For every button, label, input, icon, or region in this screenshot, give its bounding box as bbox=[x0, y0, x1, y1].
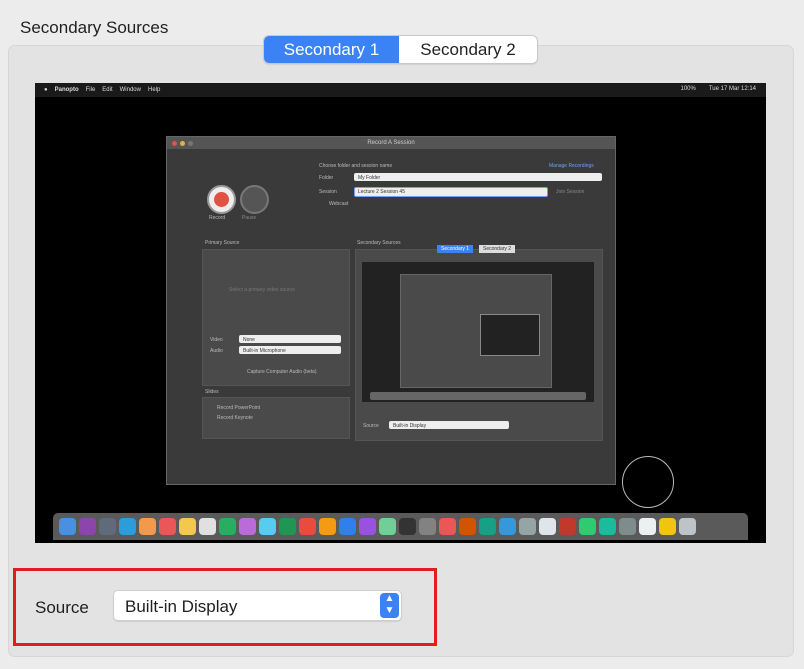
dock-app-icon bbox=[459, 518, 476, 535]
preview-inner-tab-1: Secondary 1 bbox=[437, 245, 474, 253]
preview-menubar: ● Panopto File Edit Window Help 100% Tue… bbox=[35, 83, 766, 97]
preview-source-value: Built-in Display bbox=[393, 423, 427, 429]
preview-pause-label: Pause bbox=[242, 215, 257, 221]
dock-app-icon bbox=[119, 518, 136, 535]
chevron-updown-icon: ▲ ▼ bbox=[380, 593, 399, 618]
dock-app-icon bbox=[679, 518, 696, 535]
dock-app-icon bbox=[259, 518, 276, 535]
section-title: Secondary Sources bbox=[20, 18, 169, 37]
preview-window-title: Record A Session bbox=[367, 140, 415, 146]
tab-secondary-1[interactable]: Secondary 1 bbox=[264, 36, 399, 63]
preview-inner-tab-2: Secondary 2 bbox=[479, 245, 516, 253]
dock-app-icon bbox=[539, 518, 556, 535]
preview-folder-value: My Folder bbox=[358, 175, 381, 181]
dock-app-icon bbox=[399, 518, 416, 535]
dock-app-icon bbox=[379, 518, 396, 535]
dock-app-icon bbox=[179, 518, 196, 535]
cursor-highlight-icon bbox=[622, 456, 674, 508]
dock-app-icon bbox=[139, 518, 156, 535]
source-select[interactable]: Built-in Display ▲ ▼ bbox=[113, 590, 402, 621]
preview-video-label: Video bbox=[210, 337, 223, 343]
source-tabs: Secondary 1 Secondary 2 bbox=[263, 35, 538, 64]
preview-slides-title: Slides bbox=[205, 389, 219, 395]
dock-app-icon bbox=[299, 518, 316, 535]
preview-join-session: Join Session bbox=[556, 189, 585, 195]
preview-window-titlebar: Record A Session bbox=[167, 137, 615, 149]
preview-record-keynote: Record Keynote bbox=[217, 415, 253, 421]
dock-app-icon bbox=[619, 518, 636, 535]
dock-app-icon bbox=[499, 518, 516, 535]
dock-app-icon bbox=[339, 518, 356, 535]
menubar-file: File bbox=[85, 87, 96, 93]
menubar-window: Window bbox=[119, 87, 141, 93]
dock-app-icon bbox=[519, 518, 536, 535]
preview-audio-label: Audio bbox=[210, 348, 223, 354]
tab-secondary-2[interactable]: Secondary 2 bbox=[399, 36, 537, 63]
preview-record-icon bbox=[207, 185, 236, 214]
preview-folder-field bbox=[354, 173, 602, 181]
preview-dock bbox=[53, 513, 748, 540]
dock-app-icon bbox=[359, 518, 376, 535]
preview-folder-label: Folder bbox=[319, 175, 334, 181]
preview-capture-audio: Capture Computer Audio (beta) bbox=[247, 369, 317, 375]
preview-primary-title: Primary Source bbox=[205, 240, 240, 246]
preview-nested-inner bbox=[480, 314, 540, 356]
dock-app-icon bbox=[59, 518, 76, 535]
dock-app-icon bbox=[79, 518, 96, 535]
preview-record-label: Record bbox=[209, 215, 226, 221]
preview-primary-box bbox=[202, 249, 350, 386]
dock-app-icon bbox=[199, 518, 216, 535]
preview-webcast: Webcast bbox=[329, 201, 349, 207]
preview-session-label: Session bbox=[319, 189, 337, 195]
preview-manage-link: Manage Recordings bbox=[549, 163, 594, 169]
preview-audio-value: Built-in Microphone bbox=[243, 348, 286, 354]
menubar-app: Panopto bbox=[54, 87, 79, 93]
dock-app-icon bbox=[239, 518, 256, 535]
preview-prompt: Choose folder and session name bbox=[319, 163, 393, 169]
menubar-clock: Tue 17 Mar 12:14 bbox=[708, 86, 756, 92]
dock-app-icon bbox=[99, 518, 116, 535]
preview-source-label: Source bbox=[363, 423, 379, 429]
source-label: Source bbox=[35, 598, 89, 617]
preview-record-powerpoint: Record PowerPoint bbox=[217, 405, 261, 411]
dock-app-icon bbox=[639, 518, 656, 535]
dock-app-icon bbox=[439, 518, 456, 535]
dock-app-icon bbox=[579, 518, 596, 535]
menubar-help: Help bbox=[147, 87, 161, 93]
preview-nested-screen bbox=[362, 262, 594, 402]
dock-app-icon bbox=[599, 518, 616, 535]
screen-preview: ● Panopto File Edit Window Help 100% Tue… bbox=[35, 83, 766, 543]
dock-app-icon bbox=[219, 518, 236, 535]
preview-secondary-title: Secondary Sources bbox=[357, 240, 401, 246]
menubar-edit: Edit bbox=[102, 87, 113, 93]
preview-session-value: Lecture 2 Session 45 bbox=[358, 189, 405, 195]
dock-app-icon bbox=[319, 518, 336, 535]
dock-app-icon bbox=[559, 518, 576, 535]
preview-video-value: None bbox=[243, 337, 255, 343]
dock-app-icon bbox=[419, 518, 436, 535]
menubar-battery: 100% bbox=[680, 86, 696, 92]
dock-app-icon bbox=[659, 518, 676, 535]
source-select-value: Built-in Display bbox=[125, 597, 238, 616]
preview-nested-dock bbox=[370, 392, 586, 400]
dock-app-icon bbox=[279, 518, 296, 535]
apple-icon: ● bbox=[44, 87, 48, 93]
preview-pause-icon bbox=[240, 185, 269, 214]
preview-record-window: Record A Session Choose folder and sessi… bbox=[166, 136, 616, 485]
dock-app-icon bbox=[479, 518, 496, 535]
preview-primary-placeholder: Select a primary video source bbox=[229, 287, 295, 293]
dock-app-icon bbox=[159, 518, 176, 535]
